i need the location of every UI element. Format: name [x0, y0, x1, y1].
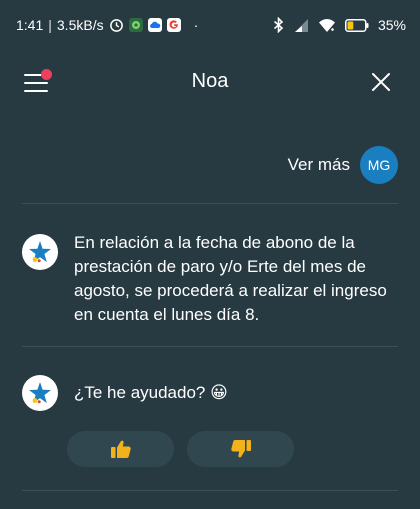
thumbs-down-button[interactable] — [187, 431, 294, 467]
notification-dot: · — [193, 17, 199, 33]
status-right: 35% — [273, 17, 406, 33]
bug-app-icon — [128, 18, 143, 32]
status-time: 1:41 — [16, 17, 44, 33]
battery-icon — [344, 18, 369, 32]
bot-avatar — [22, 375, 58, 411]
divider — [22, 203, 398, 204]
star-logo-icon — [29, 382, 51, 404]
cloud-app-icon — [147, 18, 162, 32]
thumbs-up-icon — [110, 440, 131, 458]
avatar[interactable]: MG — [360, 146, 398, 184]
bot-question-text: ¿Te he ayudado? 😀 — [74, 383, 228, 402]
alarm-icon — [109, 18, 123, 32]
divider — [22, 346, 398, 347]
user-message-text: Ver más — [287, 155, 350, 174]
user-message: Ver más MG — [288, 146, 398, 184]
status-speed: 3.5kB/s — [56, 17, 104, 33]
close-button[interactable] — [370, 71, 392, 93]
page-title: Noa — [191, 70, 229, 92]
status-bar: 1:41 | 3.5kB/s · 35% — [0, 0, 420, 50]
close-icon — [372, 73, 390, 91]
thumbs-up-button[interactable] — [67, 431, 174, 467]
google-app-icon — [166, 18, 181, 32]
status-separator: | — [48, 17, 52, 33]
avatar-initials: MG — [367, 157, 391, 173]
battery-percent: 35% — [377, 17, 406, 33]
status-left: 1:41 | 3.5kB/s · — [16, 17, 198, 33]
divider — [22, 490, 398, 491]
bot-message-text: En relación a la fecha de abono de la pr… — [74, 233, 387, 324]
bot-avatar — [22, 234, 58, 270]
screen: 1:41 | 3.5kB/s · 35% Noa Ver más MG En r… — [0, 0, 420, 509]
star-logo-icon — [29, 241, 51, 263]
wifi-icon — [318, 18, 335, 32]
bluetooth-icon — [273, 17, 284, 33]
signal-icon — [294, 18, 308, 32]
thumbs-down-icon — [230, 440, 251, 458]
header: Noa — [0, 58, 420, 108]
